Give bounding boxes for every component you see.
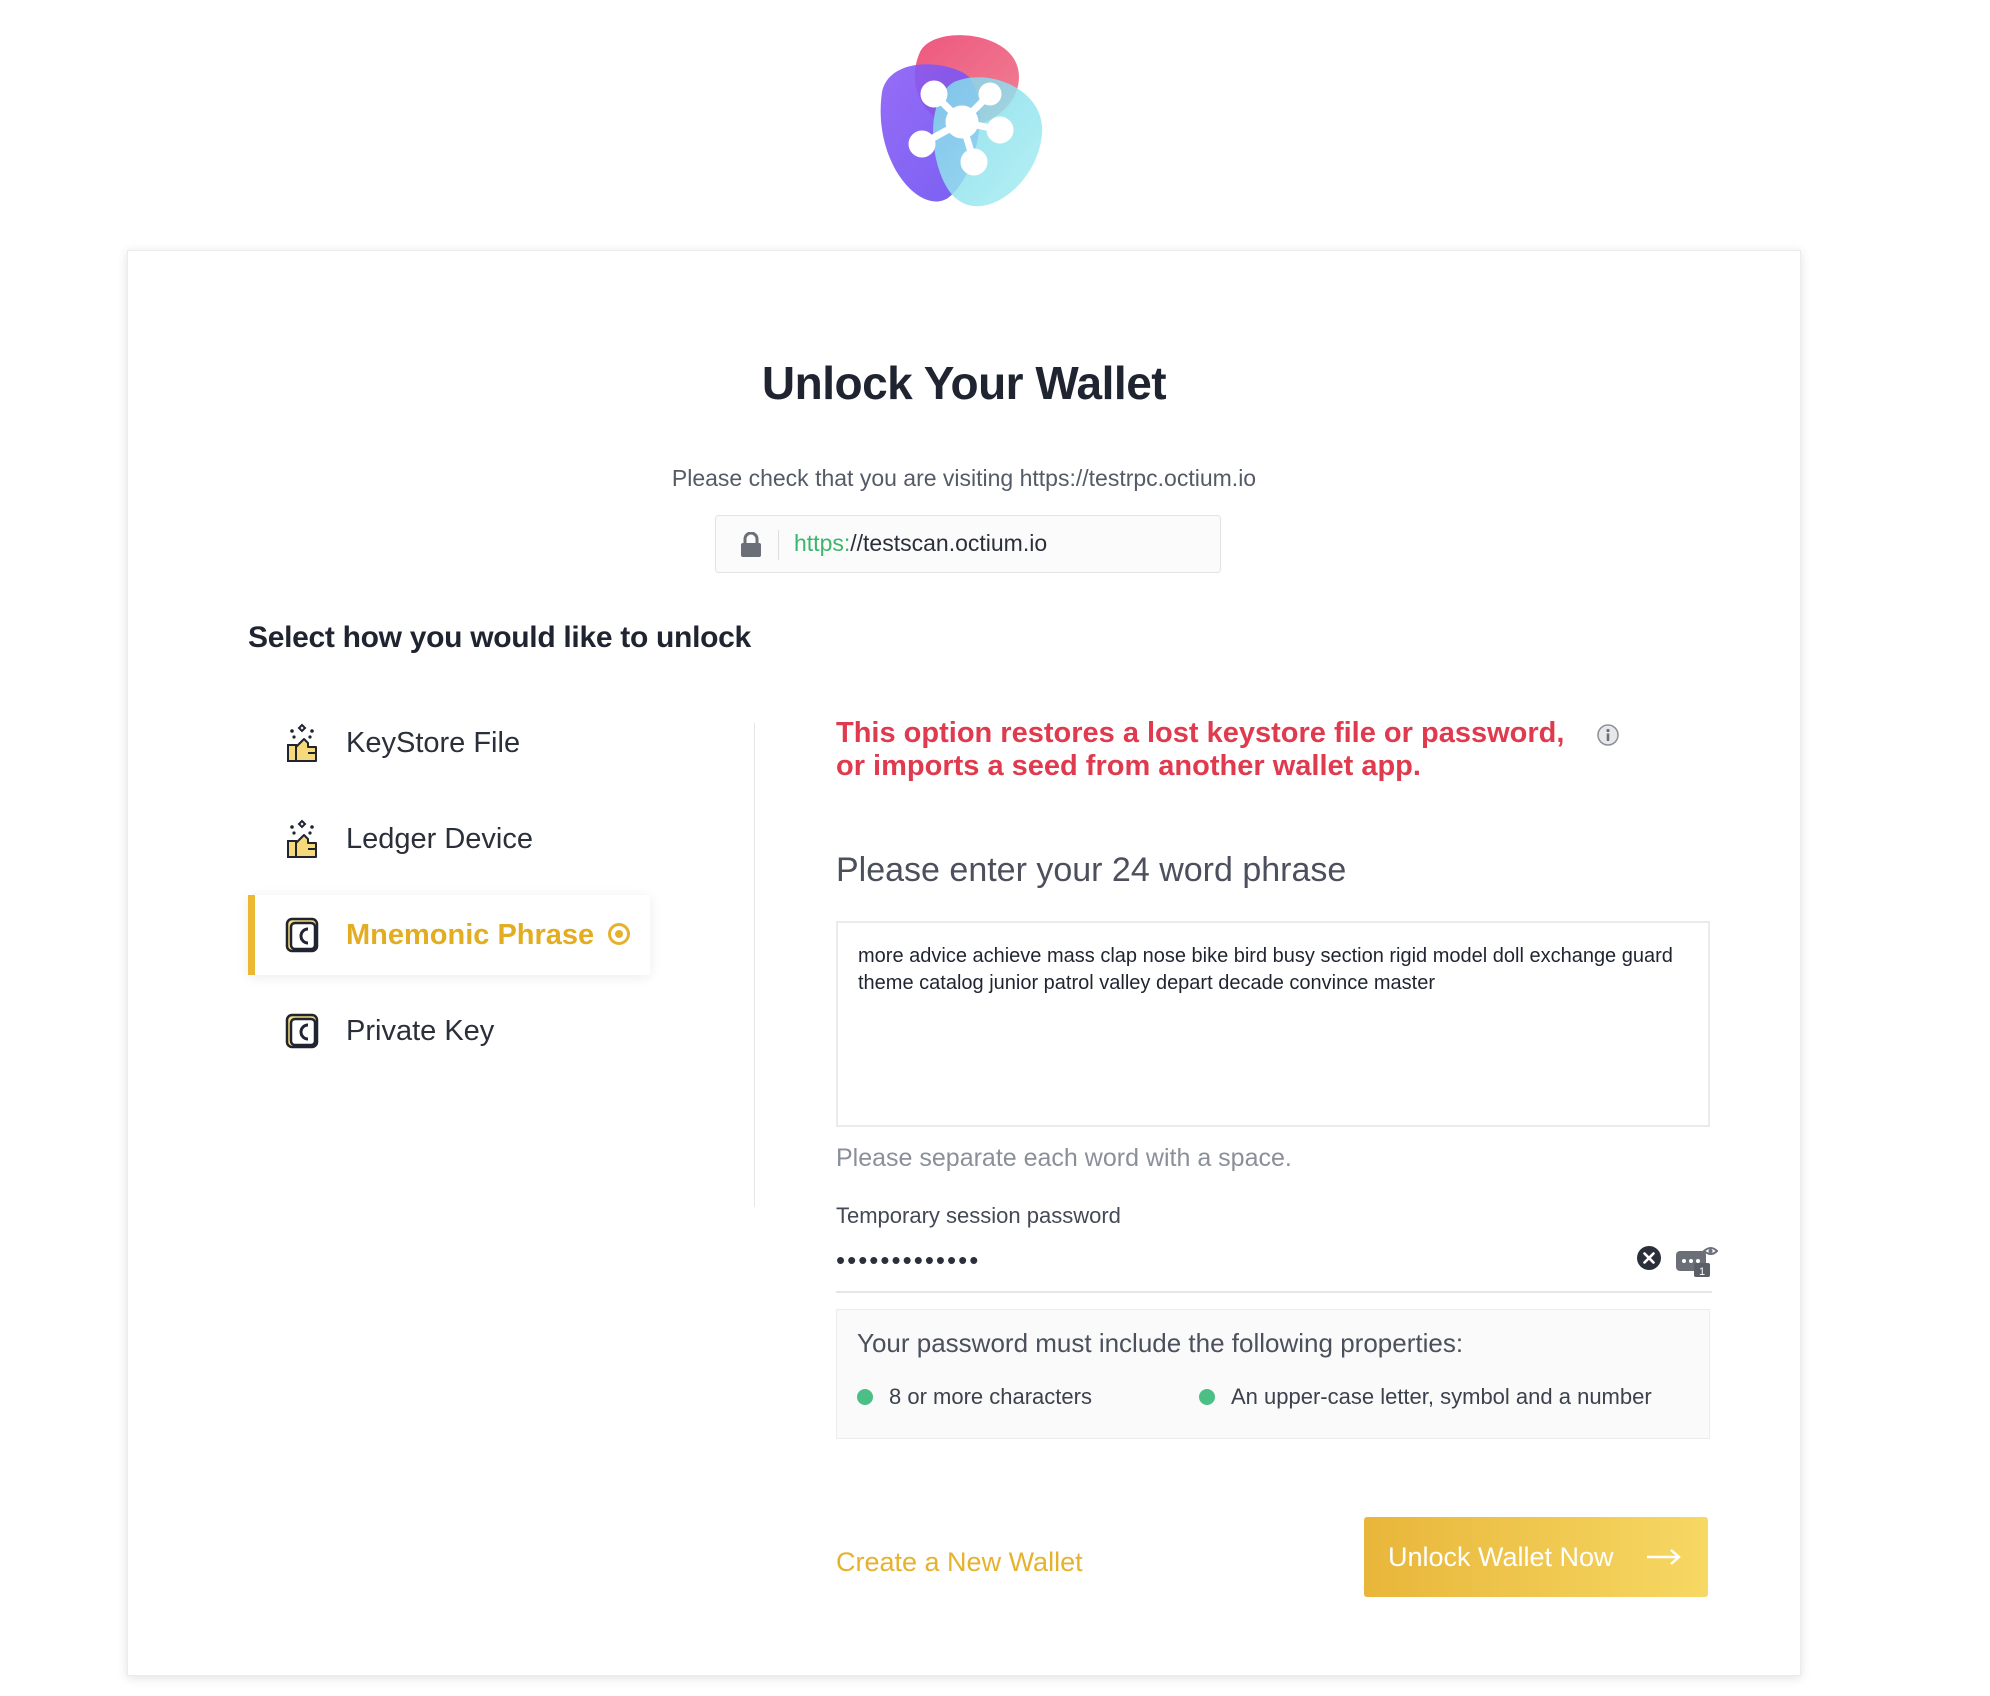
option-private-key[interactable]: Private Key bbox=[248, 991, 650, 1071]
requirement-text: An upper-case letter, symbol and a numbe… bbox=[1231, 1384, 1652, 1409]
unlock-method-heading: Select how you would like to unlock bbox=[248, 621, 751, 654]
unlock-wallet-button[interactable]: Unlock Wallet Now bbox=[1364, 1517, 1708, 1597]
octium-logo bbox=[880, 35, 1043, 207]
mnemonic-phrase-input[interactable]: more advice achieve mass clap nose bike … bbox=[836, 921, 1710, 1127]
mnemonic-icon bbox=[285, 917, 319, 953]
warning-line: or imports a seed from another wallet ap… bbox=[836, 750, 1421, 782]
password-field[interactable]: ••••••••••••• 1 bbox=[836, 1239, 1718, 1293]
password-label: Temporary session password bbox=[836, 1203, 1121, 1228]
option-label: Private Key bbox=[346, 1014, 495, 1047]
option-mnemonic-phrase[interactable]: Mnemonic Phrase bbox=[248, 895, 650, 975]
option-keystore-file[interactable]: KeyStore File bbox=[248, 703, 650, 783]
password-requirements: Your password must include the following… bbox=[836, 1309, 1710, 1439]
url-scheme: https: bbox=[794, 530, 851, 556]
requirements-title: Your password must include the following… bbox=[857, 1328, 1464, 1358]
option-ledger-device[interactable]: Ledger Device bbox=[248, 799, 650, 879]
phrase-hint: Please separate each word with a space. bbox=[836, 1144, 1292, 1172]
option-label: Ledger Device bbox=[346, 822, 533, 855]
lock-icon bbox=[741, 532, 761, 557]
svg-text:1: 1 bbox=[1699, 1266, 1705, 1278]
url-display: https://testscan.octium.io bbox=[715, 515, 1221, 573]
url-text: https://testscan.octium.io bbox=[794, 530, 1047, 557]
warning-line: This option restores a lost keystore fil… bbox=[836, 717, 1565, 749]
create-wallet-link[interactable]: Create a New Wallet bbox=[836, 1547, 1083, 1578]
keystore-icon bbox=[287, 723, 317, 762]
info-icon[interactable] bbox=[1596, 723, 1620, 747]
url-check-notice: Please check that you are visiting https… bbox=[671, 465, 1257, 491]
page-title: Unlock Your Wallet bbox=[761, 357, 1167, 409]
check-dot-icon bbox=[1199, 1389, 1215, 1405]
requirement-item: 8 or more characters bbox=[857, 1384, 1092, 1410]
url-host: //testscan.octium.io bbox=[850, 530, 1048, 556]
option-label: Mnemonic Phrase bbox=[346, 918, 595, 951]
unlock-button-label: Unlock Wallet Now bbox=[1388, 1541, 1614, 1572]
mnemonic-warning: This option restores a lost keystore fil… bbox=[836, 717, 1596, 783]
password-value: ••••••••••••• bbox=[836, 1245, 981, 1275]
column-divider bbox=[754, 723, 755, 1207]
option-label: KeyStore File bbox=[346, 726, 521, 759]
url-divider bbox=[778, 530, 779, 560]
requirement-text: 8 or more characters bbox=[889, 1384, 1092, 1409]
check-dot-icon bbox=[857, 1389, 873, 1405]
unlock-card: Unlock Your Wallet Please check that you… bbox=[127, 250, 1801, 1676]
arrow-right-icon bbox=[1647, 1549, 1681, 1565]
ledger-icon bbox=[287, 819, 317, 858]
requirement-item: An upper-case letter, symbol and a numbe… bbox=[1199, 1384, 1652, 1410]
clear-icon[interactable] bbox=[1636, 1245, 1662, 1271]
phrase-label: Please enter your 24 word phrase bbox=[836, 851, 1347, 889]
private-key-icon bbox=[285, 1013, 319, 1049]
selected-radio-icon bbox=[608, 923, 630, 945]
password-manager-icon[interactable]: 1 bbox=[1674, 1243, 1718, 1279]
